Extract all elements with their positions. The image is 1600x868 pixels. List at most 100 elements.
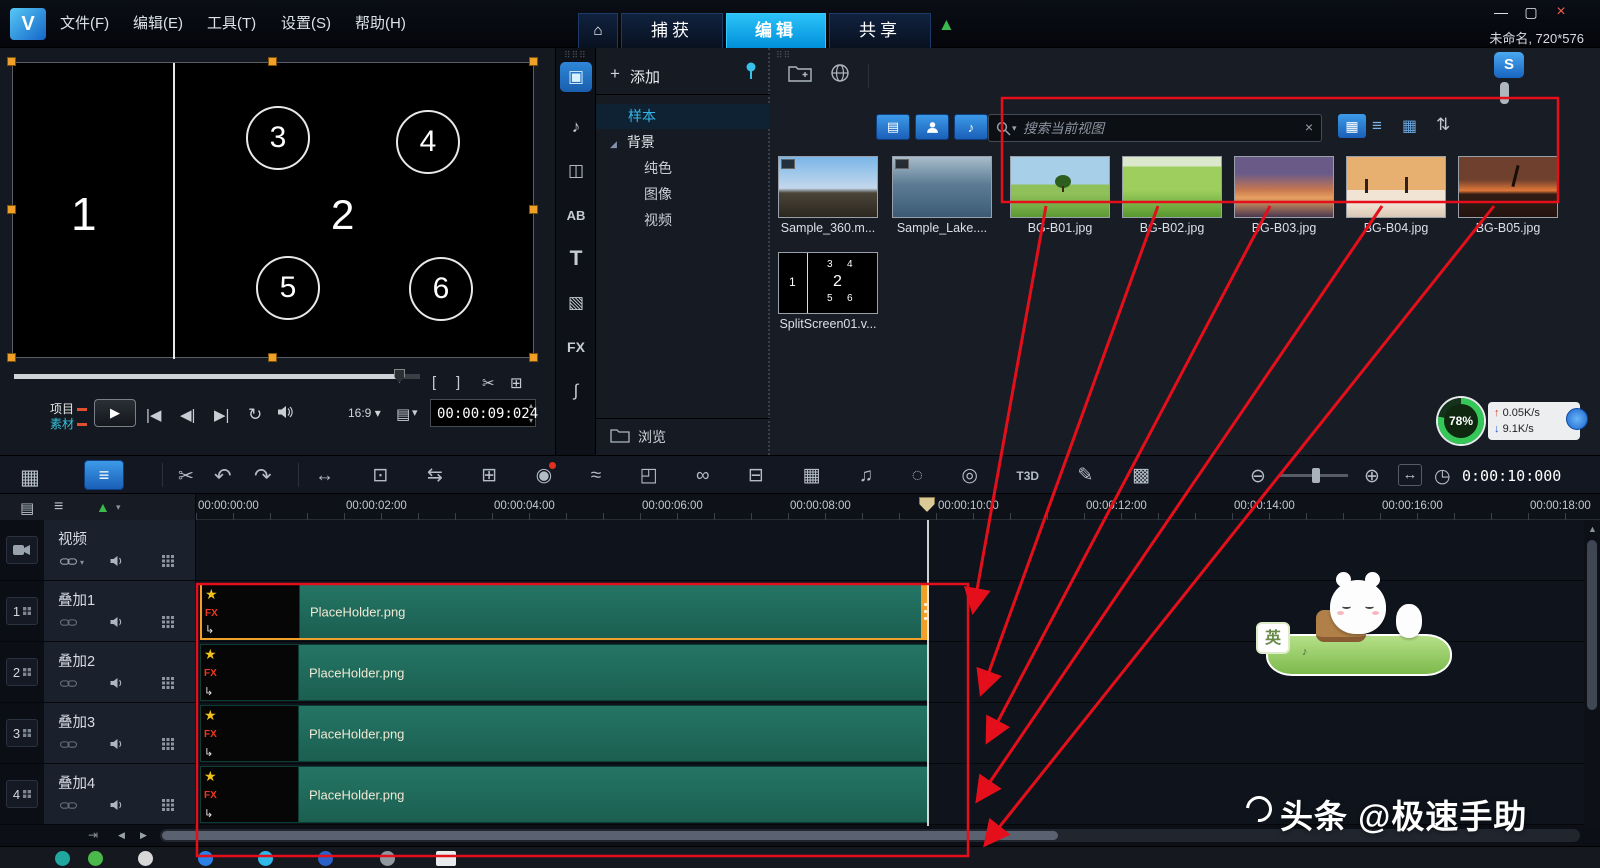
link-icon[interactable] (60, 798, 77, 816)
category-video[interactable]: 视频 (596, 208, 770, 233)
chevron-down-icon[interactable]: ▾ (80, 558, 84, 567)
link-icon[interactable] (60, 737, 77, 755)
taskbar-icon[interactable] (318, 851, 333, 866)
mosaic-grid-icon[interactable] (162, 676, 174, 694)
category-image[interactable]: 图像 (596, 182, 770, 207)
sound-mixer-icon[interactable]: ≈ (591, 465, 601, 487)
music-score-icon[interactable]: ♫ (859, 465, 873, 487)
resize-handle[interactable] (529, 205, 538, 214)
zoom-in-icon[interactable]: ⊕ (1364, 465, 1380, 488)
spin-down-icon[interactable]: ▾ (529, 416, 533, 425)
resize-handle[interactable] (7, 57, 16, 66)
storyboard-view-icon[interactable]: ▦ (20, 465, 40, 490)
tab-share[interactable]: 共享 (829, 13, 931, 48)
undo-icon[interactable]: ↶ (214, 464, 232, 489)
autoscroll-icon[interactable]: ⇥ (88, 828, 98, 842)
ab-transition-icon[interactable]: AB (560, 200, 592, 230)
menu-file[interactable]: 文件(F) (60, 0, 109, 48)
view-grid-button[interactable]: ▦ (1402, 116, 1417, 136)
graphic-category-icon[interactable]: ▧ (560, 288, 592, 318)
chevron-down-icon[interactable]: ▾ (412, 406, 418, 419)
sort-button[interactable]: ⇅ (1436, 115, 1450, 135)
track-header[interactable]: 叠加4 (44, 764, 196, 824)
track-manager-icon[interactable]: ▤ (20, 499, 34, 517)
tab-edit[interactable]: 编辑 (726, 13, 826, 48)
split-clip-icon[interactable]: ✂ (482, 374, 495, 392)
mark-in-icon[interactable]: [ (432, 374, 436, 391)
search-input[interactable] (1023, 117, 1283, 139)
get-more-content-icon[interactable] (830, 63, 850, 88)
show-videos-toggle[interactable]: ▤ (876, 114, 910, 140)
scrubber-track-filled[interactable] (14, 374, 398, 379)
frame-tool-icon[interactable]: ⊡ (372, 464, 388, 487)
home-tab[interactable]: ⌂ (578, 13, 618, 48)
menu-tools[interactable]: 工具(T) (207, 0, 256, 48)
resize-handle[interactable] (268, 57, 277, 66)
timeline-ruler[interactable]: ▤ ≡ ▲ ▾ 00:00:00:00 00:00:02:00 00:00:04… (0, 494, 1600, 520)
menu-help[interactable]: 帮助(H) (355, 0, 406, 48)
menu-edit[interactable]: 编辑(E) (133, 0, 183, 48)
scrubber-handle[interactable] (394, 369, 405, 383)
browse-folder-icon[interactable] (610, 428, 630, 448)
media-thumbnail[interactable] (1122, 156, 1222, 218)
volume-icon[interactable] (278, 405, 294, 424)
search-filter-dropdown-icon[interactable]: ▾ (1012, 123, 1017, 134)
taskbar-icon[interactable] (198, 851, 213, 866)
mosaic-grid-icon[interactable] (162, 737, 174, 755)
preview-source-icon[interactable]: ▤ (396, 405, 410, 423)
category-sample[interactable]: 样本 (596, 104, 770, 129)
taskbar-icon[interactable] (55, 851, 70, 866)
mosaic-grid-icon[interactable] (162, 798, 174, 816)
mute-speaker-icon[interactable] (110, 676, 124, 694)
motion-tracking-icon[interactable]: ◎ (961, 464, 978, 487)
os-taskbar[interactable] (0, 846, 1600, 868)
prev-frame-button[interactable]: ◀| (180, 406, 195, 424)
record-capture-icon[interactable]: ◉ (536, 464, 553, 487)
lasso-icon[interactable]: ◌ (912, 465, 923, 487)
timeline-clip-overlay4[interactable]: ★ FX ↳ PlaceHolder.png (200, 766, 929, 823)
title-3d-icon[interactable]: T3D (1016, 469, 1039, 483)
resize-handle[interactable] (7, 205, 16, 214)
import-folder-icon[interactable] (788, 64, 812, 87)
aspect-ratio-select[interactable]: 16:9 ▾ (348, 406, 381, 420)
mode-clip[interactable]: 素材 (50, 415, 87, 432)
clock-icon[interactable]: ◷ (1434, 465, 1451, 488)
link-icon[interactable] (60, 554, 77, 572)
clear-search-icon[interactable]: × (1305, 119, 1313, 135)
title-category-icon[interactable]: T (560, 244, 592, 274)
resize-handle[interactable] (529, 353, 538, 362)
mute-speaker-icon[interactable] (110, 737, 124, 755)
track-header[interactable]: 叠加3 (44, 703, 196, 763)
menu-settings[interactable]: 设置(S) (281, 0, 331, 48)
media-thumbnail[interactable] (892, 156, 992, 218)
show-photos-toggle[interactable] (915, 114, 949, 140)
view-list-button[interactable]: ≡ (1372, 116, 1382, 136)
transition-category-icon[interactable]: ◫ (560, 156, 592, 186)
taskbar-icon[interactable] (138, 851, 153, 866)
mute-speaker-icon[interactable] (110, 554, 124, 572)
resize-handle[interactable] (529, 57, 538, 66)
taskbar-icon[interactable] (258, 851, 273, 866)
mask-creator-icon[interactable]: ✎ (1078, 464, 1094, 487)
mosaic-grid-icon[interactable] (162, 615, 174, 633)
media-thumbnail[interactable] (1234, 156, 1334, 218)
timeline-clip-overlay1[interactable]: ★ FX ↳ PlaceHolder.png (200, 583, 929, 640)
input-method-icon[interactable]: S (1494, 52, 1524, 78)
zoom-slider-handle[interactable] (1312, 468, 1320, 483)
browse-label[interactable]: 浏览 (638, 427, 666, 447)
track-header[interactable]: 视频 ▾ (44, 520, 196, 580)
media-thumbnail[interactable] (1010, 156, 1110, 218)
close-button[interactable]: × (1548, 4, 1574, 22)
track-icon-overlay2[interactable]: 2 (6, 658, 38, 686)
taskbar-icon[interactable] (436, 851, 456, 866)
timeline-clip-overlay2[interactable]: ★ FX ↳ PlaceHolder.png (200, 644, 929, 701)
next-frame-button[interactable]: ▶| (214, 406, 229, 424)
maximize-button[interactable]: ▢ (1518, 4, 1544, 22)
split-screen-icon[interactable]: ⇆ (427, 464, 443, 487)
media-thumbnail[interactable]: 1 3 4 2 5 6 (778, 252, 878, 314)
pan-zoom-icon[interactable]: ◰ (640, 464, 658, 487)
zoom-out-icon[interactable]: ⊖ (1250, 465, 1266, 488)
mute-speaker-icon[interactable] (110, 615, 124, 633)
link-icon[interactable] (60, 676, 77, 694)
timeline-clip-overlay3[interactable]: ★ FX ↳ PlaceHolder.png (200, 705, 929, 762)
